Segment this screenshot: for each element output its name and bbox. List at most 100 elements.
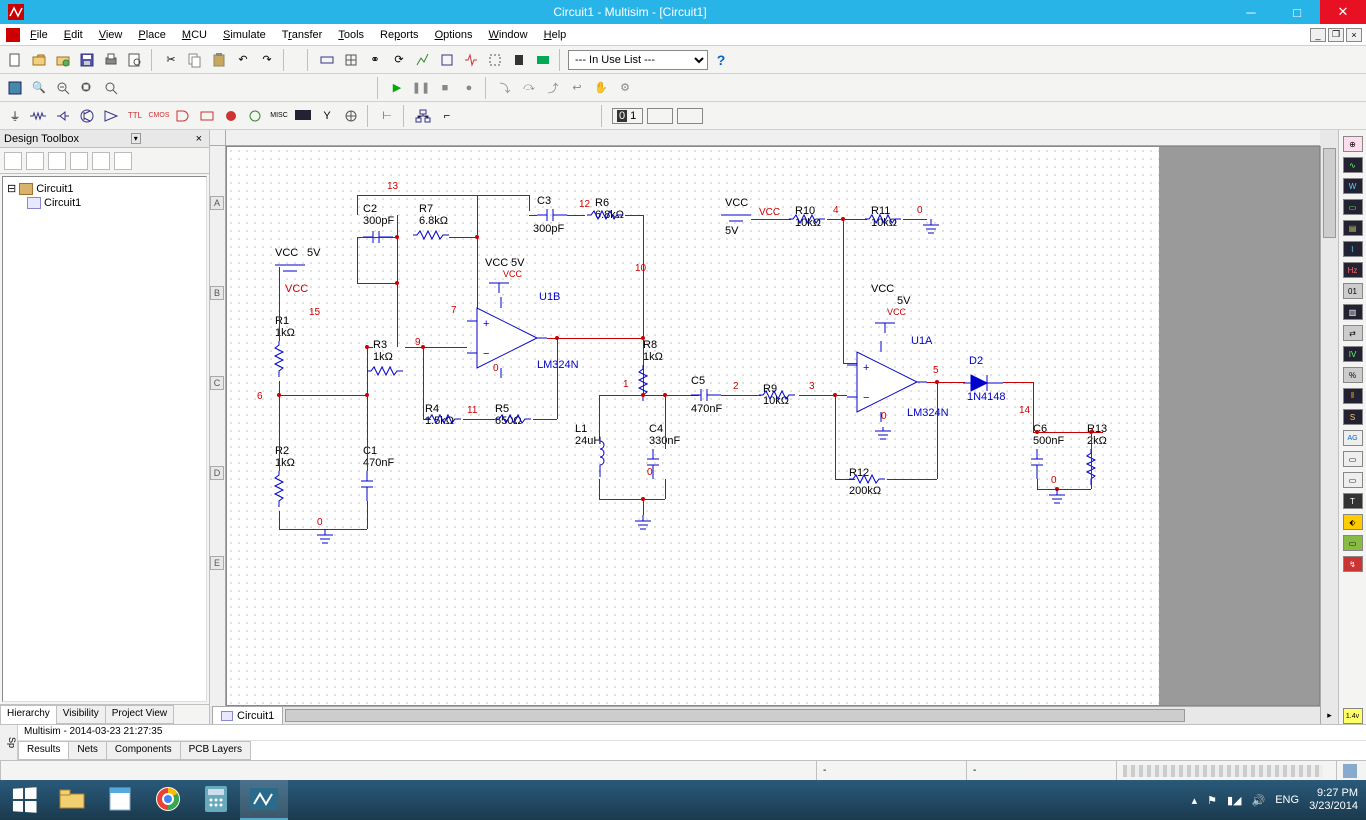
gate-and-icon[interactable] [172,105,194,127]
tray-volume-icon[interactable]: 🔊 [1252,794,1266,807]
tree-root[interactable]: ⊟ Circuit1 [7,181,202,196]
graph-icon[interactable] [412,49,434,71]
oscilloscope-icon[interactable]: ▭ [1343,199,1363,215]
panel-close-icon[interactable]: × [193,133,205,145]
mdi-restore-button[interactable]: ❐ [1328,28,1344,42]
step-over-icon[interactable]: ⤼ [518,77,540,99]
open-icon[interactable] [28,49,50,71]
fullscreen-icon[interactable] [4,77,26,99]
pause-icon[interactable]: ❚❚ [410,77,432,99]
misc-icon[interactable]: MISC [268,105,290,127]
task-explorer[interactable] [48,780,96,820]
vcc-right[interactable]: VCC 5V [725,197,748,209]
ground-u1a[interactable] [873,427,893,446]
wattmeter-icon[interactable]: W [1343,178,1363,194]
maximize-button[interactable]: □ [1274,0,1320,24]
hierarchical-icon[interactable] [412,105,434,127]
tree-expand-icon[interactable]: ⊟ [7,182,16,195]
freq-counter-icon[interactable]: Hz [1343,262,1363,278]
bode-plotter-icon[interactable]: ⌇ [1343,241,1363,257]
record-icon[interactable]: ● [458,77,480,99]
menu-place[interactable]: Place [130,27,174,43]
copy-icon[interactable] [184,49,206,71]
component-u1a[interactable]: +− U1A LM324N [847,347,927,420]
component-c2[interactable]: C2 300pF [363,203,394,227]
component-r1[interactable]: R1 1kΩ [275,315,295,339]
component-r9[interactable]: R9 10kΩ [763,383,789,407]
menu-mcu[interactable]: MCU [174,27,215,43]
component-icon[interactable] [316,49,338,71]
task-calculator[interactable] [192,780,240,820]
scope-widget[interactable] [677,108,703,124]
menu-window[interactable]: Window [480,27,535,43]
panel-tool-6[interactable] [114,152,132,170]
tray-flag-icon[interactable]: ⚑ [1207,794,1217,807]
labview-icon[interactable]: ⬖ [1343,514,1363,530]
component-c5[interactable]: C5 470nF [691,375,705,387]
tray-network-icon[interactable]: ▮◢ [1227,794,1242,807]
tab-pcb-layers[interactable]: PCB Layers [180,741,251,760]
component-r11[interactable]: R11 10kΩ [871,205,897,229]
scrollbar-horizontal[interactable] [283,706,1320,724]
panel-tool-4[interactable] [70,152,88,170]
tab-nets[interactable]: Nets [68,741,107,760]
breadboard-icon[interactable] [532,49,554,71]
4ch-scope-icon[interactable]: ▤ [1343,220,1363,236]
ag-mm-icon[interactable]: ▭ [1343,472,1363,488]
logic-converter-icon[interactable]: ⇄ [1343,325,1363,341]
paste-icon[interactable] [208,49,230,71]
tab-project-view[interactable]: Project View [105,705,174,724]
zoom-fit-icon[interactable] [100,77,122,99]
diode-icon[interactable] [52,105,74,127]
zoom-out-icon[interactable] [52,77,74,99]
function-gen-icon[interactable]: ∿ [1343,157,1363,173]
ground-icon[interactable]: ⏚ [4,105,26,127]
component-c3[interactable]: C3 300pF [537,195,551,207]
spreadsheet-side-tab[interactable]: Sp [0,725,18,760]
menu-options[interactable]: Options [427,27,481,43]
scroll-right-button[interactable]: ▸ [1320,706,1338,724]
component-r3[interactable]: R3 1kΩ [373,339,393,363]
component-r7[interactable]: R7 6.8kΩ [419,203,448,227]
tek-scope-icon[interactable]: T [1343,493,1363,509]
opamp-icon[interactable] [100,105,122,127]
spectrum-icon[interactable]: ⫴ [1343,388,1363,404]
system-tray[interactable]: ▴ ⚑ ▮◢ 🔊 ENG 9:27 PM 3/23/2014 [1192,787,1366,813]
electromech-icon[interactable] [340,105,362,127]
word-gen-icon[interactable]: 01 [1343,283,1363,299]
indicator-icon[interactable] [220,105,242,127]
menu-transfer[interactable]: Transfer [274,27,331,43]
grid-icon[interactable] [340,49,362,71]
zoom-area-icon[interactable] [76,77,98,99]
component-r5[interactable]: R5 650Ω [495,403,522,427]
vcc-u1a[interactable]: VCC 5V VCC [871,283,894,295]
schematic-canvas[interactable]: VCC 5V VCC 15 R1 1kΩ 6 R2 1kΩ [226,146,1320,706]
component-r4[interactable]: R4 1.5kΩ [425,403,454,427]
ttl-icon[interactable]: TTL [124,105,146,127]
close-button[interactable]: ✕ [1320,0,1366,24]
current-probe-icon[interactable]: ↯ [1343,556,1363,572]
design-tree[interactable]: ⊟ Circuit1 Circuit1 [2,176,207,702]
rf-icon[interactable]: Y [316,105,338,127]
start-button[interactable] [0,780,48,820]
tab-visibility[interactable]: Visibility [56,705,106,724]
menu-tools[interactable]: Tools [330,27,372,43]
menu-view[interactable]: View [91,27,131,43]
document-tab[interactable]: Circuit1 [212,706,283,724]
panel-dropdown-icon[interactable]: ▾ [131,133,141,144]
elvis-icon[interactable]: ▭ [1343,535,1363,551]
network-icon[interactable]: S [1343,409,1363,425]
menu-reports[interactable]: Reports [372,27,427,43]
open-project-icon[interactable] [52,49,74,71]
print-icon[interactable] [100,49,122,71]
minimize-button[interactable]: ─ [1228,0,1274,24]
component-r10[interactable]: R10 10kΩ [795,205,821,229]
gear-icon[interactable]: ⚙ [614,77,636,99]
mdi-minimize-button[interactable]: _ [1310,28,1326,42]
menu-edit[interactable]: Edit [56,27,91,43]
component-r8[interactable]: R8 1kΩ [643,339,663,363]
panel-tool-1[interactable] [4,152,22,170]
component-r2[interactable]: R2 1kΩ [275,445,295,469]
rotate-icon[interactable]: ⟳ [388,49,410,71]
in-use-select[interactable]: --- In Use List --- [568,50,708,70]
